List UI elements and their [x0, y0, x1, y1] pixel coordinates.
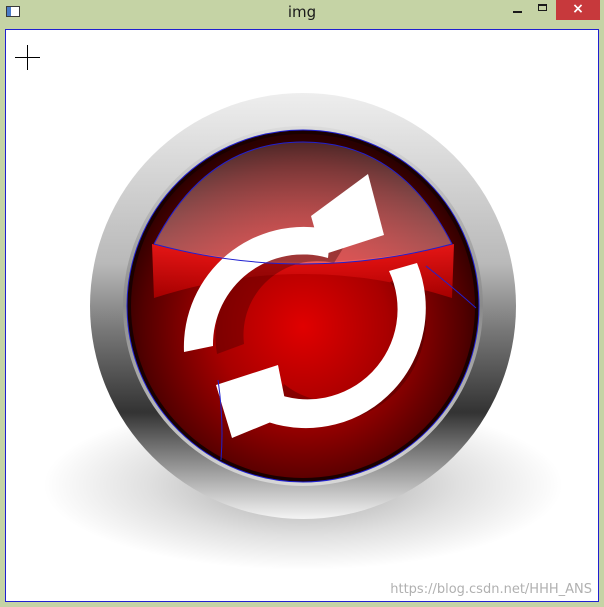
app-window: img × https://blog.csdn.net/HHH_ANS — [0, 0, 604, 607]
crosshair-icon — [15, 45, 40, 70]
maximize-button[interactable] — [530, 0, 556, 20]
refresh-button-image — [43, 93, 563, 570]
title-bar[interactable]: img × — [0, 0, 604, 26]
watermark-text: https://blog.csdn.net/HHH_ANS — [390, 582, 592, 597]
close-button[interactable]: × — [556, 0, 600, 20]
minimize-button[interactable] — [503, 0, 530, 20]
image-canvas[interactable]: https://blog.csdn.net/HHH_ANS — [5, 29, 599, 602]
